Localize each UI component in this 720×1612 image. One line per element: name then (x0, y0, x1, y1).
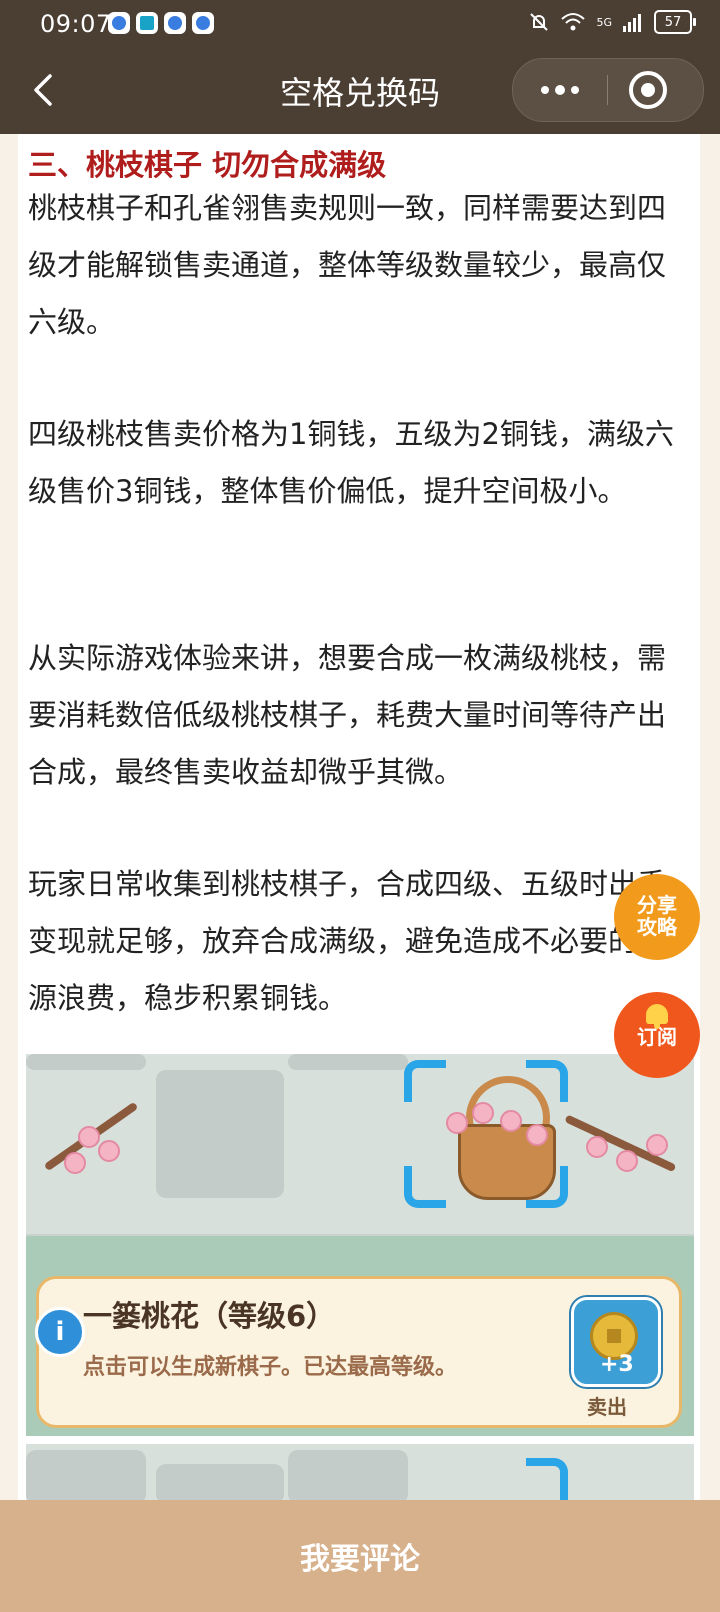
app-header: 空格兑换码 (0, 48, 720, 134)
board-tile (156, 1070, 284, 1198)
article-paragraph: 四级桃枝售卖价格为1铜钱，五级为2铜钱，满级六级售价3铜钱，整体售价偏低，提升空… (28, 417, 674, 508)
game-screenshot-image: i 一篓桃花（等级6） 点击可以生成新棋子。已达最高等级。 +3 卖出 (26, 1054, 694, 1436)
status-bar: 09:07 5G 57 (0, 0, 720, 48)
app-notification-icon (108, 12, 130, 34)
item-description: 点击可以生成新棋子。已达最高等级。 (83, 1355, 458, 1380)
bell-icon (646, 1004, 668, 1029)
blossom-icon (526, 1124, 548, 1146)
more-button[interactable] (513, 59, 607, 121)
battery-icon: 57 (654, 10, 696, 34)
board-tile (288, 1450, 408, 1500)
blossom-icon (472, 1102, 494, 1124)
blossom-icon (646, 1134, 668, 1156)
share-guide-label: 分享攻略 (637, 893, 677, 939)
signal-icon (623, 14, 641, 32)
sell-label: 卖出 (587, 1395, 627, 1419)
dot-icon (555, 85, 565, 95)
sell-amount: +3 (600, 1352, 634, 1377)
app-notification-icon (192, 12, 214, 34)
share-guide-button[interactable]: 分享攻略 (614, 874, 700, 960)
info-icon: i (35, 1307, 85, 1357)
board-tile (26, 1450, 146, 1500)
section-heading: 三、桃枝棋子 切勿合成满级 (28, 148, 387, 182)
top-bar: 09:07 5G 57 空格兑换码 (0, 0, 720, 134)
notification-icons (108, 12, 214, 34)
blossom-icon (64, 1152, 86, 1174)
reader-notification-icon (136, 12, 158, 34)
board-tile (156, 1464, 284, 1500)
article-paragraph: 从实际游戏体验来讲，想要合成一枚满级桃枝，需要消耗数倍低级桃枝棋子，耗费大量时间… (28, 641, 667, 789)
blossom-icon (78, 1126, 100, 1148)
article-paragraph: 桃枝棋子和孔雀翎售卖规则一致，同样需要达到四级才能解锁售卖通道，整体等级数量较少… (28, 191, 667, 339)
selection-corner (404, 1166, 446, 1208)
blossom-icon (446, 1112, 468, 1134)
board-tile (288, 1054, 408, 1070)
article-card: 三、桃枝棋子 切勿合成满级 桃枝棋子和孔雀翎售卖规则一致，同样需要达到四级才能解… (18, 134, 700, 1500)
network-type: 5G (596, 15, 612, 29)
wifi-icon (561, 13, 586, 31)
subscribe-button[interactable]: 订阅 (614, 992, 700, 1078)
close-miniprogram-button[interactable] (629, 71, 667, 109)
blossom-icon (586, 1136, 608, 1158)
item-info-panel: i 一篓桃花（等级6） 点击可以生成新棋子。已达最高等级。 +3 卖出 (26, 1236, 694, 1436)
system-icons: 5G 57 (528, 10, 696, 34)
blossom-icon (616, 1150, 638, 1172)
item-name: 一篓桃花（等级6） (83, 1299, 336, 1333)
mute-icon (530, 13, 549, 31)
dot-icon (541, 86, 549, 94)
battery-level: 57 (664, 14, 682, 30)
blossom-icon (98, 1140, 120, 1162)
comment-label: 我要评论 (300, 1542, 420, 1577)
subscribe-label: 订阅 (637, 1025, 677, 1049)
item-info-box: i 一篓桃花（等级6） 点击可以生成新棋子。已达最高等级。 +3 卖出 (35, 1276, 682, 1428)
game-board (26, 1054, 694, 1234)
capsule-divider (607, 75, 608, 105)
comment-button[interactable]: 我要评论 (0, 1500, 720, 1612)
selection-corner (526, 1458, 568, 1500)
app-notification-icon (164, 12, 186, 34)
selection-corner (404, 1060, 446, 1102)
status-time: 09:07 (40, 10, 112, 38)
miniprogram-capsule (512, 58, 704, 122)
blossom-icon (500, 1110, 522, 1132)
board-tile (26, 1054, 146, 1070)
sell-button: +3 (571, 1297, 661, 1387)
dot-icon (571, 86, 579, 94)
article-paragraph: 玩家日常收集到桃枝棋子，合成四级、五级时出手变现就足够，放弃合成满级，避免造成不… (28, 867, 667, 1015)
game-screenshot-image (26, 1444, 694, 1500)
